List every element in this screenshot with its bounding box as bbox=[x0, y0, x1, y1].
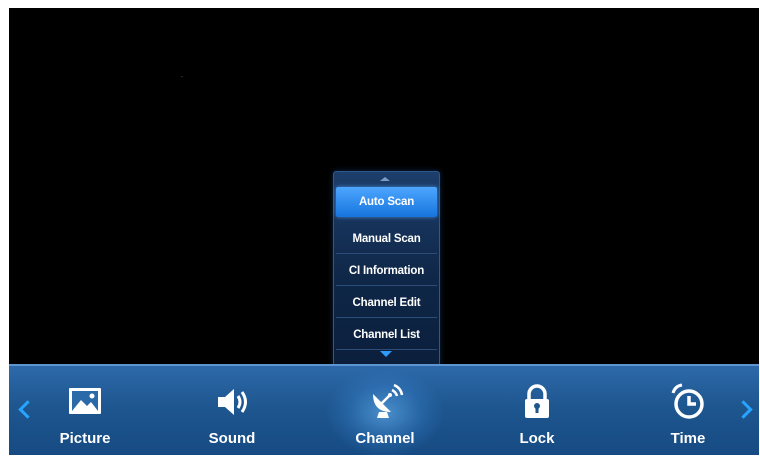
alarm-clock-icon bbox=[671, 383, 704, 419]
menu-item-channel-edit[interactable]: Channel Edit bbox=[336, 288, 437, 318]
menu-item-ci-information[interactable]: CI Information bbox=[336, 256, 437, 286]
triangle-up-icon[interactable] bbox=[380, 177, 390, 181]
channel-submenu: Auto Scan Manual Scan CI Information Cha… bbox=[333, 171, 440, 366]
speaker-icon bbox=[218, 389, 247, 415]
main-menu-bar: Picture Sound Channel Lock Time bbox=[9, 364, 759, 455]
triangle-down-icon[interactable] bbox=[380, 351, 392, 357]
menu-item-manual-scan[interactable]: Manual Scan bbox=[336, 224, 437, 254]
satellite-dish-icon bbox=[373, 383, 404, 418]
menu-tab-label: Sound bbox=[208, 430, 256, 447]
menu-tab-label: Channel bbox=[355, 430, 415, 447]
menu-tab-label: Time bbox=[670, 430, 706, 447]
menu-tab-time[interactable]: Time bbox=[638, 366, 738, 455]
menu-tab-label: Lock bbox=[519, 430, 555, 447]
menu-item-channel-list[interactable]: Channel List bbox=[336, 320, 437, 350]
chevron-left-icon[interactable] bbox=[18, 400, 37, 419]
menu-tab-picture[interactable]: Picture bbox=[35, 366, 135, 455]
menu-tab-label: Picture bbox=[59, 430, 111, 447]
padlock-icon bbox=[525, 384, 549, 418]
menu-item-auto-scan[interactable]: Auto Scan bbox=[336, 187, 437, 217]
menu-tab-lock[interactable]: Lock bbox=[487, 366, 587, 455]
menu-tab-sound[interactable]: Sound bbox=[182, 366, 282, 455]
menu-tab-channel[interactable]: Channel bbox=[335, 366, 435, 455]
tv-screen: Auto Scan Manual Scan CI Information Cha… bbox=[9, 8, 759, 455]
picture-icon bbox=[69, 388, 101, 414]
screen-speck bbox=[181, 76, 183, 77]
